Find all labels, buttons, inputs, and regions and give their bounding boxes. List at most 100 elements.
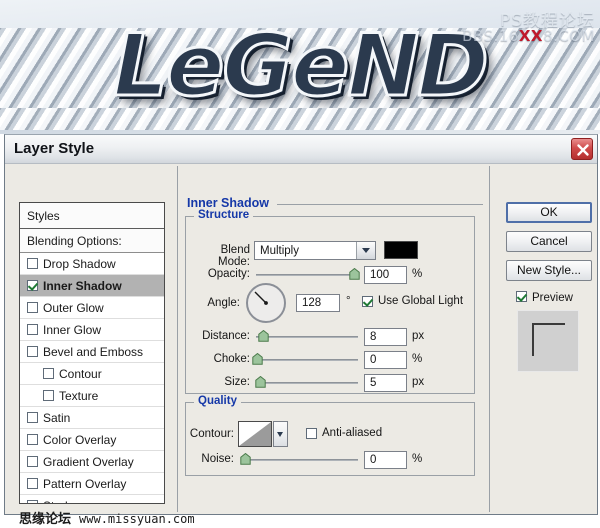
sidebar-item-label: Inner Glow — [43, 323, 102, 337]
shadow-color-swatch[interactable] — [384, 241, 418, 259]
distance-slider-track[interactable] — [256, 336, 358, 338]
footer-watermark-chinese: 思缘论坛 — [19, 512, 72, 527]
sidebar-item-bevel-and-emboss[interactable]: Bevel and Emboss — [20, 341, 164, 363]
chevron-down-icon[interactable] — [356, 242, 375, 259]
size-slider-track[interactable] — [256, 382, 358, 384]
sidebar-item-gradient-overlay[interactable]: Gradient Overlay — [20, 451, 164, 473]
angle-input[interactable]: 128 — [296, 294, 340, 312]
watermark-url: BBS.16XX8.COM — [462, 27, 595, 45]
angle-dial[interactable] — [246, 283, 286, 323]
size-slider-thumb[interactable] — [255, 376, 266, 388]
checkbox-stroke[interactable] — [27, 500, 38, 503]
dialog-titlebar[interactable]: Layer Style — [5, 135, 597, 164]
choke-label: Choke: — [213, 353, 250, 365]
contour-dropdown-arrow-icon[interactable] — [273, 421, 288, 447]
sidebar-item-label: Texture — [59, 389, 99, 403]
styles-list-panel[interactable]: Styles Blending Options: Custom Drop Sha… — [19, 202, 165, 504]
checkbox-color-overlay[interactable] — [27, 434, 38, 445]
size-input[interactable]: 5 — [364, 374, 407, 392]
sidebar-item-label: Satin — [43, 411, 71, 425]
blend-mode-select[interactable]: Multiply — [254, 241, 376, 260]
checkbox-bevel-and-emboss[interactable] — [27, 346, 38, 357]
size-label: Size: — [224, 376, 250, 388]
checkbox-inner-glow[interactable] — [27, 324, 38, 335]
banner-bottom-stripe-pattern — [0, 108, 600, 130]
sidebar-item-inner-shadow[interactable]: Inner Shadow — [20, 275, 164, 297]
distance-input[interactable]: 8 — [364, 328, 407, 346]
preview-label: Preview — [532, 292, 573, 304]
checkbox-use-global-light[interactable] — [362, 296, 373, 307]
opacity-slider-thumb[interactable] — [349, 268, 360, 280]
distance-label: Distance: — [202, 330, 250, 342]
preview-toggle-row[interactable]: Preview — [516, 288, 573, 306]
choke-slider-thumb[interactable] — [252, 353, 263, 365]
sidebar-item-label: Color Overlay — [43, 433, 117, 447]
sidebar-item-label: Gradient Overlay — [43, 455, 134, 469]
sidebar-item-label: Drop Shadow — [43, 257, 116, 271]
layer-style-dialog: Layer Style Styles Blending Options: Cus… — [4, 134, 598, 527]
blend-mode-value: Multiply — [260, 245, 299, 257]
noise-unit: % — [412, 453, 423, 465]
noise-slider-thumb[interactable] — [240, 453, 251, 465]
checkbox-preview[interactable] — [516, 291, 527, 302]
sidebar-item-label: Inner Shadow — [43, 279, 122, 293]
sidebar-item-inner-glow[interactable]: Inner Glow — [20, 319, 164, 341]
noise-input[interactable]: 0 — [364, 451, 407, 469]
sidebar-item-label: Contour — [59, 367, 102, 381]
footer-watermark-url: www.missyuan.com — [79, 512, 195, 526]
size-unit: px — [412, 376, 425, 388]
new-style-button[interactable]: New Style... — [506, 260, 592, 281]
checkbox-pattern-overlay[interactable] — [27, 478, 38, 489]
sidebar-item-label: Bevel and Emboss — [43, 345, 144, 359]
checkbox-outer-glow[interactable] — [27, 302, 38, 313]
sidebar-item-pattern-overlay[interactable]: Pattern Overlay — [20, 473, 164, 495]
pane-divider-right — [489, 166, 490, 512]
contour-curve-shape — [239, 422, 271, 446]
inner-shadow-settings-pane: Inner Shadow Structure Blend Mode: Multi… — [185, 196, 483, 504]
sidebar-item-label: Stroke — [43, 499, 78, 503]
sidebar-item-drop-shadow[interactable]: Drop Shadow — [20, 253, 164, 275]
watermark-url-highlight: XX — [518, 27, 543, 45]
structure-group-label: Structure — [194, 209, 254, 221]
angle-unit: ° — [346, 295, 351, 307]
opacity-input[interactable]: 100 — [364, 266, 407, 284]
contour-swatch[interactable] — [238, 421, 272, 447]
distance-slider-thumb[interactable] — [258, 330, 269, 342]
footer-watermark: 思缘论坛 www.missyuan.com — [19, 508, 259, 528]
checkbox-satin[interactable] — [27, 412, 38, 423]
choke-slider-track[interactable] — [256, 359, 358, 361]
blend-mode-label: Blend Mode: — [218, 244, 250, 268]
anti-aliased-label: Anti-aliased — [322, 427, 383, 439]
checkbox-contour[interactable] — [43, 368, 54, 379]
ok-button[interactable]: OK — [506, 202, 592, 223]
sidebar-item-satin[interactable]: Satin — [20, 407, 164, 429]
dialog-actions-pane: OK Cancel New Style... Preview — [499, 198, 593, 504]
dialog-title: Layer Style — [14, 140, 95, 157]
choke-input[interactable]: 0 — [364, 351, 407, 369]
opacity-slider-track[interactable] — [256, 274, 358, 276]
choke-unit: % — [412, 353, 423, 365]
preview-thumbnail — [517, 310, 579, 372]
sidebar-item-outer-glow[interactable]: Outer Glow — [20, 297, 164, 319]
quality-group: Quality Contour: Anti-aliased Noise: 0 % — [185, 395, 475, 476]
checkbox-gradient-overlay[interactable] — [27, 456, 38, 467]
checkbox-anti-aliased[interactable] — [306, 428, 317, 439]
noise-slider-track[interactable] — [244, 459, 358, 461]
checkbox-inner-shadow[interactable] — [27, 280, 38, 291]
styles-list-header[interactable]: Styles — [20, 203, 164, 229]
checkbox-drop-shadow[interactable] — [27, 258, 38, 269]
close-icon[interactable] — [571, 138, 593, 160]
sidebar-item-texture[interactable]: Texture — [20, 385, 164, 407]
opacity-label: Opacity: — [207, 268, 250, 280]
checkbox-texture[interactable] — [43, 390, 54, 401]
pane-divider-left — [177, 166, 178, 512]
watermark-url-prefix: BBS.16 — [462, 27, 519, 45]
sidebar-item-blending-options[interactable]: Blending Options: Custom — [20, 229, 164, 272]
sidebar-item-stroke[interactable]: Stroke — [20, 495, 164, 503]
section-title: Inner Shadow — [187, 196, 269, 210]
banner-image: LeGeND PS教程论坛 BBS.16XX8.COM — [0, 0, 600, 134]
cancel-button[interactable]: Cancel — [506, 231, 592, 252]
sidebar-item-label: Pattern Overlay — [43, 477, 127, 491]
sidebar-item-color-overlay[interactable]: Color Overlay — [20, 429, 164, 451]
sidebar-item-contour[interactable]: Contour — [20, 363, 164, 385]
